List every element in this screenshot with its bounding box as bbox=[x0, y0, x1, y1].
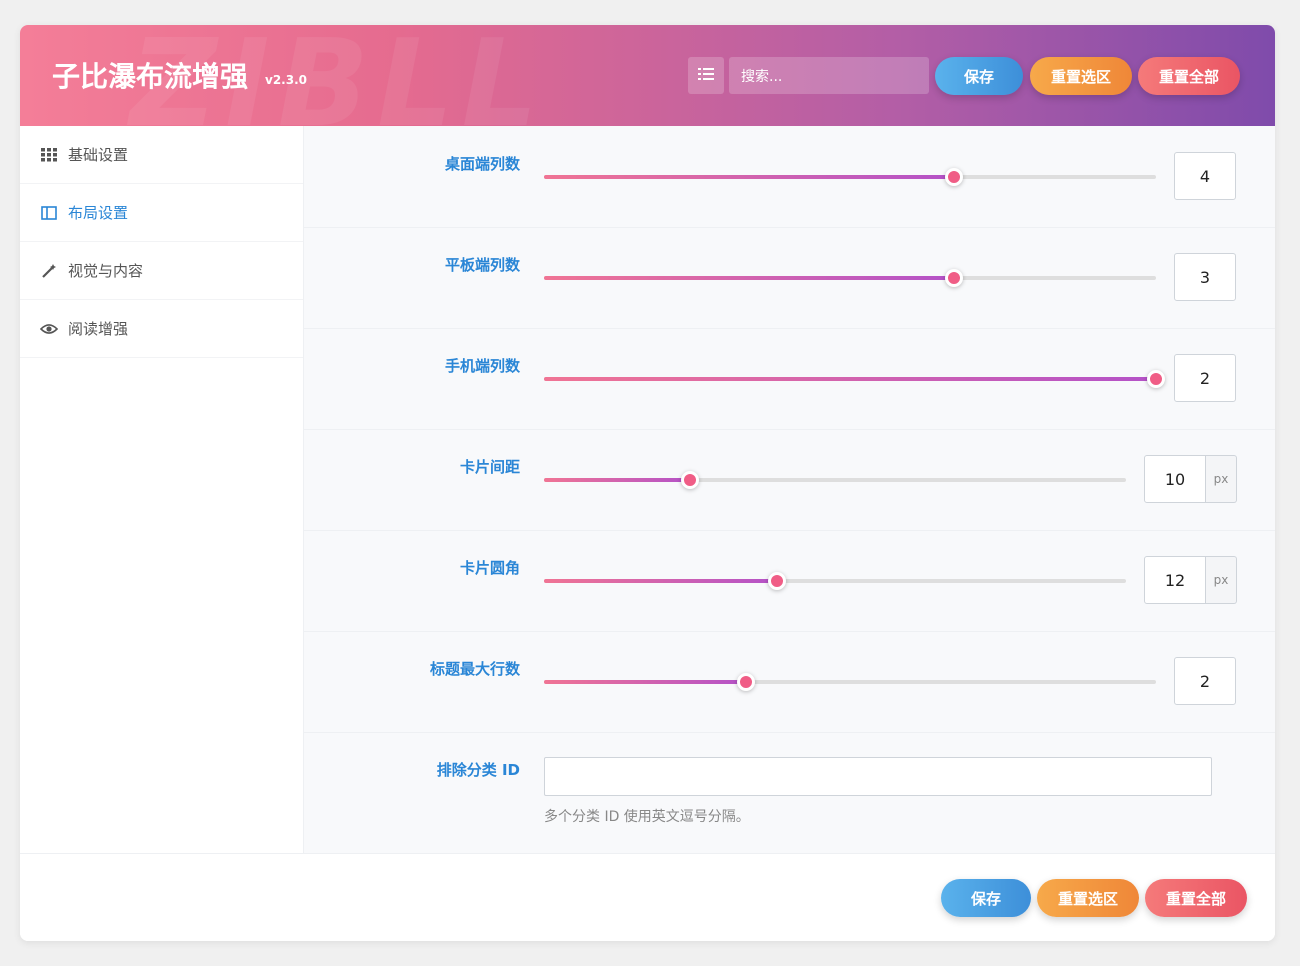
search-input[interactable]: 搜索... bbox=[729, 57, 929, 94]
footer-actions: 保存 重置选区 重置全部 bbox=[20, 853, 1275, 941]
eye-icon bbox=[40, 320, 58, 338]
slider-fill bbox=[544, 680, 746, 684]
slider-fill bbox=[544, 276, 955, 280]
setting-label: 桌面端列数 bbox=[444, 155, 520, 173]
sidebar-item-visual[interactable]: 视觉与内容 bbox=[20, 242, 303, 300]
reset-section-button[interactable]: 重置选区 bbox=[1030, 57, 1132, 95]
grid-icon bbox=[40, 146, 58, 164]
card-gap-slider[interactable] bbox=[544, 471, 1126, 489]
footer-reset-section-button[interactable]: 重置选区 bbox=[1037, 879, 1139, 917]
reset-all-button[interactable]: 重置全部 bbox=[1138, 57, 1240, 95]
setting-row-desktop-columns: 桌面端列数 4 bbox=[304, 126, 1275, 228]
setting-row-tablet-columns: 平板端列数 3 bbox=[304, 227, 1275, 329]
card-gap-input[interactable]: 10 bbox=[1144, 455, 1206, 503]
field-hint: 多个分类 ID 使用英文逗号分隔。 bbox=[544, 809, 750, 825]
sidebar-item-label: 基础设置 bbox=[68, 146, 129, 164]
slider-thumb[interactable] bbox=[736, 673, 755, 691]
save-button[interactable]: 保存 bbox=[935, 57, 1023, 95]
slider-fill bbox=[544, 478, 690, 482]
setting-label: 标题最大行数 bbox=[429, 660, 520, 678]
card-radius-slider[interactable] bbox=[544, 572, 1126, 590]
unit-suffix: px bbox=[1206, 455, 1237, 503]
header: ZIBLL 子比瀑布流增强 v2.3.0 搜索... 保存 重置选区 重置全部 bbox=[20, 25, 1275, 126]
mobile-columns-input[interactable]: 2 bbox=[1174, 354, 1236, 402]
desktop-columns-slider[interactable] bbox=[544, 168, 1156, 186]
magic-wand-icon bbox=[40, 262, 58, 280]
slider-thumb[interactable] bbox=[945, 168, 964, 186]
sidebar-item-label: 布局设置 bbox=[68, 204, 129, 222]
setting-label: 排除分类 ID bbox=[436, 761, 520, 779]
slider-fill bbox=[544, 579, 777, 583]
sidebar-item-basic[interactable]: 基础设置 bbox=[20, 126, 303, 184]
slider-thumb[interactable] bbox=[767, 572, 786, 590]
sidebar-item-layout[interactable]: 布局设置 bbox=[20, 184, 303, 242]
sidebar: 基础设置 布局设置 视觉与内容 阅读增强 bbox=[20, 126, 304, 853]
setting-row-mobile-columns: 手机端列数 2 bbox=[304, 328, 1275, 430]
layout-settings-form: 桌面端列数 4 平板端列数 3 手机端列数 2 卡片间距 10 px 卡片圆角 … bbox=[304, 126, 1275, 853]
sidebar-item-label: 视觉与内容 bbox=[68, 262, 144, 280]
footer-save-button[interactable]: 保存 bbox=[941, 879, 1031, 917]
setting-row-exclude-category: 排除分类 ID 多个分类 ID 使用英文逗号分隔。 bbox=[304, 732, 1275, 853]
slider-thumb[interactable] bbox=[1147, 370, 1165, 388]
columns-icon bbox=[40, 204, 58, 222]
menu-toggle-button[interactable] bbox=[688, 57, 724, 94]
tablet-columns-slider[interactable] bbox=[544, 269, 1156, 287]
setting-label: 卡片间距 bbox=[459, 458, 520, 476]
setting-label: 平板端列数 bbox=[444, 256, 520, 274]
setting-row-card-gap: 卡片间距 10 px bbox=[304, 429, 1275, 531]
slider-fill bbox=[544, 175, 955, 179]
unit-suffix: px bbox=[1206, 556, 1237, 604]
settings-panel: ZIBLL 子比瀑布流增强 v2.3.0 搜索... 保存 重置选区 重置全部 bbox=[20, 25, 1275, 941]
list-icon bbox=[698, 66, 714, 85]
title-max-lines-input[interactable]: 2 bbox=[1174, 657, 1236, 705]
slider-thumb[interactable] bbox=[945, 269, 964, 287]
slider-thumb[interactable] bbox=[680, 471, 699, 489]
desktop-columns-input[interactable]: 4 bbox=[1174, 152, 1236, 200]
tablet-columns-input[interactable]: 3 bbox=[1174, 253, 1236, 301]
footer-reset-all-button[interactable]: 重置全部 bbox=[1145, 879, 1247, 917]
setting-label: 手机端列数 bbox=[444, 357, 520, 375]
version-badge: v2.3.0 bbox=[265, 73, 307, 87]
setting-row-card-radius: 卡片圆角 12 px bbox=[304, 530, 1275, 632]
exclude-category-input[interactable] bbox=[544, 757, 1212, 796]
card-radius-input[interactable]: 12 bbox=[1144, 556, 1206, 604]
setting-label: 卡片圆角 bbox=[459, 559, 520, 577]
app-title: 子比瀑布流增强 bbox=[52, 60, 249, 93]
setting-row-title-max-lines: 标题最大行数 2 bbox=[304, 631, 1275, 733]
slider-fill bbox=[544, 377, 1156, 381]
title-max-lines-slider[interactable] bbox=[544, 673, 1156, 691]
sidebar-item-reading[interactable]: 阅读增强 bbox=[20, 300, 303, 358]
mobile-columns-slider[interactable] bbox=[544, 370, 1165, 388]
sidebar-item-label: 阅读增强 bbox=[68, 320, 129, 338]
